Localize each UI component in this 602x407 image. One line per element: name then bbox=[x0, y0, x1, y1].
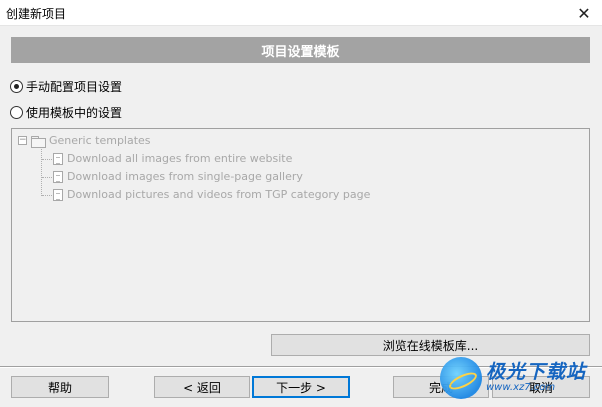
help-button[interactable]: 帮助 bbox=[11, 376, 109, 398]
template-file-icon bbox=[53, 152, 63, 165]
tree-item-label: Download all images from entire website bbox=[67, 152, 293, 165]
finish-button[interactable]: 完成 bbox=[393, 376, 489, 398]
section-banner: 项目设置模板 bbox=[11, 37, 590, 63]
tree-node-generic-templates[interactable]: − Generic templates bbox=[18, 134, 151, 148]
radio-selected-icon[interactable] bbox=[10, 80, 23, 93]
footer-divider bbox=[0, 366, 602, 368]
template-file-icon bbox=[53, 188, 63, 201]
tree-item-single-page-gallery[interactable]: Download images from single-page gallery bbox=[53, 170, 303, 183]
cancel-button[interactable]: 取消 bbox=[492, 376, 590, 398]
manual-config-label: 手动配置项目设置 bbox=[26, 80, 123, 94]
use-template-radio[interactable]: 使用模板中的设置 bbox=[10, 104, 122, 121]
use-template-label: 使用模板中的设置 bbox=[26, 106, 123, 120]
tree-item-entire-website[interactable]: Download all images from entire website bbox=[53, 152, 292, 165]
back-button[interactable]: < 返回 bbox=[154, 376, 250, 398]
tree-item-tgp-category[interactable]: Download pictures and videos from TGP ca… bbox=[53, 188, 370, 201]
browse-online-templates-button[interactable]: 浏览在线模板库... bbox=[271, 334, 590, 356]
tree-item-label: Download images from single-page gallery bbox=[67, 170, 303, 183]
template-tree[interactable]: − Generic templates Download all images … bbox=[11, 128, 590, 322]
next-button[interactable]: 下一步 > bbox=[252, 376, 350, 398]
template-file-icon bbox=[53, 170, 63, 183]
collapse-icon[interactable]: − bbox=[18, 136, 27, 145]
tree-node-label: Generic templates bbox=[49, 134, 151, 147]
close-icon[interactable]: ✕ bbox=[566, 0, 602, 26]
radio-unselected-icon[interactable] bbox=[10, 106, 23, 119]
window-title: 创建新项目 bbox=[6, 7, 67, 21]
tree-item-label: Download pictures and videos from TGP ca… bbox=[67, 188, 371, 201]
manual-config-radio[interactable]: 手动配置项目设置 bbox=[10, 78, 122, 95]
folder-icon bbox=[31, 135, 46, 148]
title-bar: 创建新项目 ✕ bbox=[0, 0, 602, 26]
